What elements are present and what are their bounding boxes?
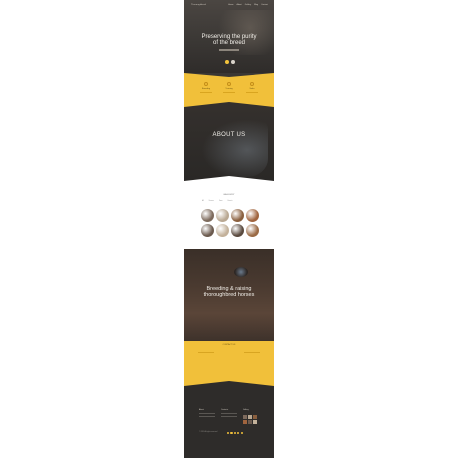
filter-events[interactable]: Events — [228, 201, 233, 202]
section-divider-top — [184, 73, 274, 77]
contact-title: CONTACT US — [222, 344, 236, 346]
feature-label: Training — [225, 88, 233, 90]
filter-horses[interactable]: Horses — [209, 201, 214, 202]
footer-text — [221, 413, 237, 414]
feature-text — [246, 92, 258, 93]
horseshoe-icon — [204, 82, 208, 86]
features-section: Breeding Training Sales — [184, 73, 274, 107]
gallery-grid — [201, 209, 261, 237]
breeding-section: Breeding & raising thoroughbred horses — [184, 249, 274, 341]
footer-gallery-thumb[interactable] — [243, 415, 247, 419]
footer-about-column: About — [199, 409, 217, 419]
gallery-thumb[interactable] — [246, 224, 259, 237]
gallery-thumb[interactable] — [216, 224, 229, 237]
contact-info — [198, 352, 214, 354]
nav-item-gallery[interactable]: Gallery — [245, 4, 251, 6]
footer-contacts-column: Contacts — [221, 409, 239, 419]
footer-text — [221, 416, 237, 417]
hero-title-line-2: of the breed — [212, 40, 246, 46]
hero-divider — [219, 49, 239, 51]
hero-title: Preserving the purity of the breed — [192, 34, 266, 46]
feature-label: Sales — [249, 88, 255, 90]
filter-farm[interactable]: Farm — [219, 201, 223, 202]
feature-text — [200, 92, 212, 93]
footer-gallery-column: Gallery — [243, 409, 261, 413]
footer-heading: Contacts — [221, 409, 229, 411]
instagram-icon[interactable] — [237, 432, 240, 435]
trophy-icon — [227, 82, 231, 86]
nav-item-about[interactable]: About — [237, 4, 242, 6]
nav-item-blog[interactable]: Blog — [254, 4, 258, 6]
gallery-thumb[interactable] — [201, 209, 214, 222]
footer-heading: Gallery — [243, 409, 249, 411]
footer-gallery-thumb[interactable] — [248, 420, 252, 424]
feature-item: Breeding — [198, 82, 214, 98]
filter-all[interactable]: All — [202, 201, 204, 202]
slider-pagination — [225, 60, 235, 64]
horse-image — [198, 117, 268, 177]
slider-dot-1[interactable] — [225, 60, 229, 64]
about-section: ABOUT US — [184, 107, 274, 181]
footer-heading: About — [199, 409, 204, 411]
footer-gallery-thumb[interactable] — [248, 415, 252, 419]
tag-icon — [250, 82, 254, 86]
footer-gallery-thumb[interactable] — [253, 415, 257, 419]
footer-gallery-thumb[interactable] — [243, 420, 247, 424]
social-links — [227, 432, 243, 435]
footer-text — [199, 413, 215, 414]
pinterest-icon[interactable] — [240, 432, 243, 435]
contact-info — [244, 352, 260, 354]
gallery-thumb[interactable] — [216, 209, 229, 222]
landing-page: Thoroughbred Home About Gallery Blog Con… — [184, 0, 274, 458]
gallery-section: GALLERY All Horses Farm Events — [184, 181, 274, 249]
slider-dot-2[interactable] — [231, 60, 235, 64]
feature-label: Breeding — [201, 88, 210, 90]
copyright: © 2015 All rights reserved — [199, 432, 218, 433]
breeding-title-line-2: thoroughbred horses — [203, 291, 255, 298]
feature-item: Sales — [244, 82, 260, 98]
contact-section: CONTACT US — [184, 341, 274, 386]
main-nav: Home About Gallery Blog Contact — [228, 4, 268, 6]
nav-item-contact[interactable]: Contact — [261, 4, 268, 6]
gallery-title: GALLERY — [223, 194, 235, 196]
breeding-title: Breeding & raising thoroughbred horses — [192, 286, 266, 298]
facebook-icon[interactable] — [227, 432, 230, 435]
footer-text — [199, 416, 215, 417]
gallery-thumb[interactable] — [246, 209, 259, 222]
about-title: ABOUT US — [212, 132, 246, 138]
twitter-icon[interactable] — [230, 432, 233, 435]
google-plus-icon[interactable] — [233, 432, 236, 435]
gallery-thumb[interactable] — [231, 224, 244, 237]
site-logo[interactable]: Thoroughbred — [191, 4, 206, 6]
feature-item: Training — [221, 82, 237, 98]
feature-text — [223, 92, 235, 93]
footer: About Contacts Gallery © 2015 All rights… — [184, 386, 274, 458]
footer-gallery-thumb[interactable] — [253, 420, 257, 424]
gallery-filters: All Horses Farm Events — [202, 201, 232, 202]
gallery-thumb[interactable] — [201, 224, 214, 237]
hero-section: Thoroughbred Home About Gallery Blog Con… — [184, 0, 274, 73]
horse-eye-image — [234, 267, 248, 277]
nav-item-home[interactable]: Home — [228, 4, 233, 6]
gallery-thumb[interactable] — [231, 209, 244, 222]
footer-gallery-thumbs — [243, 415, 257, 424]
